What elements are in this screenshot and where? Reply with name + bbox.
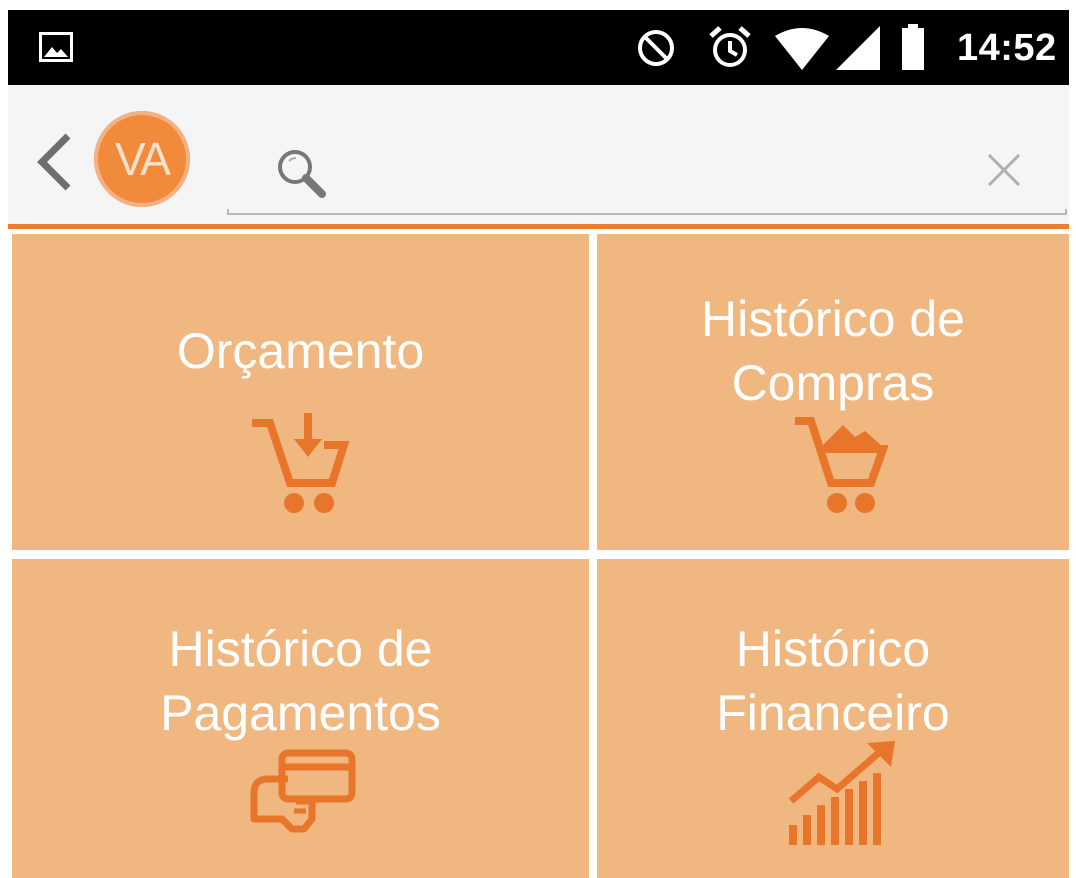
clear-button[interactable] (987, 153, 1021, 192)
search-underline (227, 209, 1067, 215)
alarm-icon (709, 26, 751, 67)
menu-grid: Orçamento Histórico de Compras Histórico… (8, 229, 1069, 878)
cart-download-icon (252, 413, 350, 513)
back-button[interactable] (34, 133, 74, 191)
app-screen: 14:52 VA Orçamento Histórico de Compras … (8, 10, 1069, 878)
tile-label: Histórico de Compras (597, 287, 1069, 415)
close-icon (987, 153, 1021, 187)
search-input[interactable] (347, 135, 971, 197)
battery-icon (902, 24, 924, 70)
tile-historico-financeiro[interactable]: Histórico Financeiro (597, 559, 1069, 878)
tile-label: Histórico de Pagamentos (12, 617, 589, 745)
search-icon (275, 147, 327, 204)
tile-historico-compras[interactable]: Histórico de Compras (597, 234, 1069, 550)
tile-label-line: Pagamentos (160, 685, 441, 741)
search-bar (227, 105, 1067, 215)
tile-label-line: Histórico de (168, 621, 433, 677)
full-cart-icon (795, 417, 889, 513)
status-time: 14:52 (957, 27, 1057, 69)
signal-icon (836, 26, 880, 70)
tile-label-line: Compras (731, 355, 935, 411)
toolbar: VA (8, 85, 1069, 224)
tile-label-line: Orçamento (176, 323, 425, 379)
chevron-left-icon (37, 133, 71, 191)
do-not-disturb-icon (638, 30, 674, 66)
tile-label-line: Financeiro (716, 685, 950, 741)
growth-chart-icon (788, 741, 895, 845)
tile-label-line: Histórico (735, 621, 931, 677)
gallery-icon (39, 32, 73, 67)
status-bar: 14:52 (8, 10, 1069, 85)
card-payment-icon (250, 749, 356, 833)
wifi-icon (775, 28, 829, 70)
tile-orcamento[interactable]: Orçamento (12, 234, 589, 550)
avatar[interactable]: VA (94, 111, 190, 207)
tile-label-line: Histórico de (701, 291, 965, 347)
tile-label: Orçamento (12, 319, 589, 383)
tile-label: Histórico Financeiro (597, 617, 1069, 745)
tile-historico-pagamentos[interactable]: Histórico de Pagamentos (12, 559, 589, 878)
